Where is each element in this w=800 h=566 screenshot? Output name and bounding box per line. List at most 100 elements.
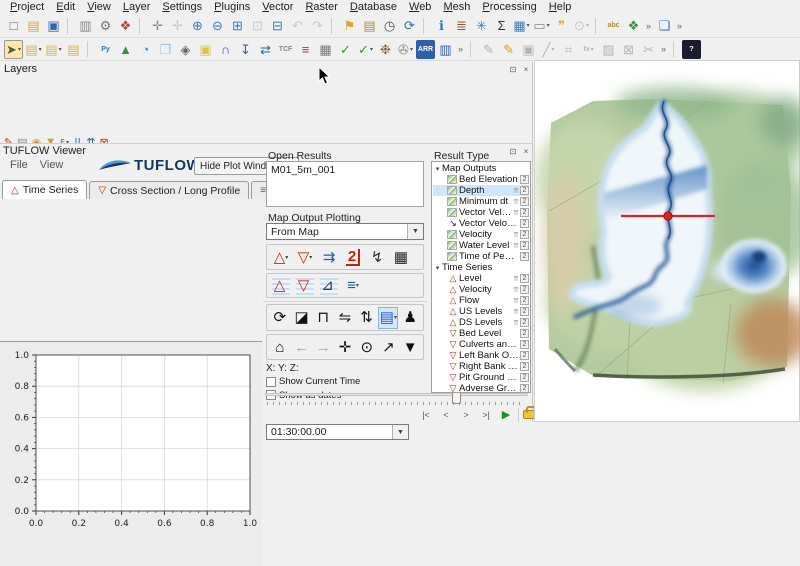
open-project-icon[interactable]: ▤ [24,16,43,35]
toolbar-overflow-icon[interactable]: » [658,44,669,54]
tuflow-float-icon[interactable]: ⊡ [508,146,518,156]
select-by-location-icon[interactable]: ▤ [64,40,83,59]
toolbar-overflow-icon[interactable]: » [674,21,685,31]
tuflow-animal-icon[interactable]: ❉ [376,40,395,59]
flux-line-icon[interactable]: ↯ [366,246,388,268]
axis-2-badge[interactable]: 2 [520,175,529,184]
statistics-summary-icon[interactable]: Σ [492,16,511,35]
checkbox-box[interactable] [266,377,276,387]
tuflow-arr-icon[interactable]: ARR [416,40,435,59]
long-profile-icon[interactable]: ⊿▾ [318,275,340,297]
tuflow-shield-icon[interactable]: ◈ [176,40,195,59]
result-type-tree[interactable]: ▾Map OutputsBed Elevation2Depth⇈2Minimum… [431,161,531,393]
combo-arrow-icon[interactable]: ▼ [407,224,423,239]
section-point[interactable] [664,212,672,220]
axis-2-badge[interactable]: 2 [520,351,529,360]
collapse-arrow-icon[interactable]: ▾ [433,165,442,173]
time-combo-arrow-icon[interactable]: ▼ [392,425,408,439]
result-culverts-and-pipes[interactable]: ▽Culverts and Pipes2 [433,339,529,350]
menu-layer[interactable]: Layer [117,1,157,13]
menu-vector[interactable]: Vector [256,1,299,13]
plot-culverts-icon[interactable]: ⊓ [313,307,333,329]
collapse-arrow-icon[interactable]: ▾ [433,264,442,272]
layers-close-icon[interactable]: × [521,64,531,74]
result-depth[interactable]: Depth⇈2 [433,185,529,196]
axis-2-badge[interactable]: 2 [520,329,529,338]
result-right-bank-obvert[interactable]: ▽Right Bank Obvert2 [433,361,529,372]
tuflow-check-icon[interactable]: ✓ [336,40,355,59]
tuflow-tcf-icon[interactable]: TCF [276,40,295,59]
nav-zoom-icon[interactable]: ⊙ [357,336,377,358]
dropdown-arrow-icon[interactable]: ▾ [370,46,373,53]
processing-toolbox-icon[interactable]: ✳ [472,16,491,35]
result-minimum-dt[interactable]: Minimum dt⇈2 [433,196,529,207]
label-toolbar-icon[interactable]: ❖ [624,16,643,35]
result-left-bank-obvert[interactable]: ▽Left Bank Obvert2 [433,350,529,361]
pan-map-icon[interactable]: ✛ [148,16,167,35]
result-velocity[interactable]: △Velocity⇈2 [433,284,529,295]
dropdown-arrow-icon[interactable]: ▾ [18,46,21,53]
help-icon[interactable]: ? [682,40,701,59]
dropdown-arrow-icon[interactable]: ▾ [59,46,62,53]
tuflow-close-icon[interactable]: × [521,146,531,156]
toolbar-overflow-icon[interactable]: » [643,21,654,31]
flow-trace-icon[interactable]: ⇉ [318,246,340,268]
axis-2-badge[interactable]: 2 [520,296,529,305]
dropdown-arrow-icon[interactable]: ▾ [527,22,530,29]
legend-toggle-icon[interactable]: ▤▾ [378,307,398,329]
zoom-full-icon[interactable]: ⊞ [228,16,247,35]
temporal-controller-icon[interactable]: ◷ [380,16,399,35]
result-level[interactable]: △Level⇈2 [433,273,529,284]
nav-save-figure-icon[interactable]: ▼ [400,336,420,358]
deselect-features-icon[interactable]: ▤▾ [24,40,43,59]
axis-2-badge[interactable]: 2 [520,186,529,195]
select-by-expression-icon[interactable]: ▤▾ [44,40,63,59]
result-vector-velocity[interactable]: Vector Velocity⇈2 [433,207,529,218]
result-ds-levels[interactable]: △DS Levels⇈2 [433,317,529,328]
duplicate-layer-icon[interactable]: ❏ [655,16,674,35]
clear-plot-icon[interactable]: ◪ [292,307,312,329]
new-project-icon[interactable]: □ [4,16,23,35]
freeze-x-axis-icon[interactable]: ⇋ [335,307,355,329]
tuflow-grid-icon[interactable]: ▦ [316,40,335,59]
ts-from-map-icon[interactable]: △▾ [270,275,292,297]
labels-icon[interactable]: abc [604,16,623,35]
tab-cross-section-long-profile[interactable]: ▽Cross Section / Long Profile [89,181,249,199]
select-features-icon[interactable]: ➤▾ [4,40,23,59]
menu-view[interactable]: View [81,1,117,13]
tuflow-check-run-icon[interactable]: ✓▾ [356,40,375,59]
result-flow[interactable]: △Flow⇈2 [433,295,529,306]
result-bed-level[interactable]: ▽Bed Level2 [433,328,529,339]
tuflow-box-icon[interactable]: ▣ [196,40,215,59]
result-velocity[interactable]: Velocity⇈2 [433,229,529,240]
tuflow-terrain-icon[interactable]: ▲ [116,40,135,59]
result-bed-elevation[interactable]: Bed Elevation2 [433,174,529,185]
time-combo[interactable]: 01:30:00.00 ▼ [266,424,409,440]
dropdown-arrow-icon[interactable]: ▾ [356,282,359,289]
axis-2-badge[interactable]: 2 [520,230,529,239]
axis-2-badge[interactable]: 2 [520,208,529,217]
nav-plot-export-icon[interactable]: ↗ [379,336,399,358]
measure-icon[interactable]: ▭▾ [532,16,551,35]
layers-float-icon[interactable]: ⊡ [508,64,518,74]
axis-2-badge[interactable]: 2 [520,362,529,371]
dropdown-arrow-icon[interactable]: ▾ [586,22,589,29]
axis-2-badge[interactable]: 2 [520,285,529,294]
tuflow-book-icon[interactable]: ▥ [436,40,455,59]
axis-2-badge[interactable]: 2 [520,252,529,261]
axis-2-badge[interactable]: 2 [520,318,529,327]
project-properties-icon[interactable]: ⚙ [96,16,115,35]
menu-plugins[interactable]: Plugins [208,1,256,13]
tab-time-series[interactable]: △Time Series [2,180,87,199]
checkbox-show-current-time[interactable]: Show Current Time [266,376,360,387]
tree-group-map-outputs[interactable]: ▾Map Outputs [433,163,529,174]
dropdown-arrow-icon[interactable]: ▾ [309,254,312,261]
tuflow-edit-pencil-icon[interactable]: ✎ [499,40,518,59]
axis-2-badge[interactable]: 2 [520,219,529,228]
result-pit-ground-levels[interactable]: ▽Pit Ground Levels...2 [433,372,529,383]
map-tips-icon[interactable]: ❞ [552,16,571,35]
map-canvas[interactable] [534,60,800,422]
show-bookmarks-icon[interactable]: ▤ [360,16,379,35]
identify-features-icon[interactable]: ℹ [432,16,451,35]
tuflow-arch-icon[interactable]: ∩ [216,40,235,59]
